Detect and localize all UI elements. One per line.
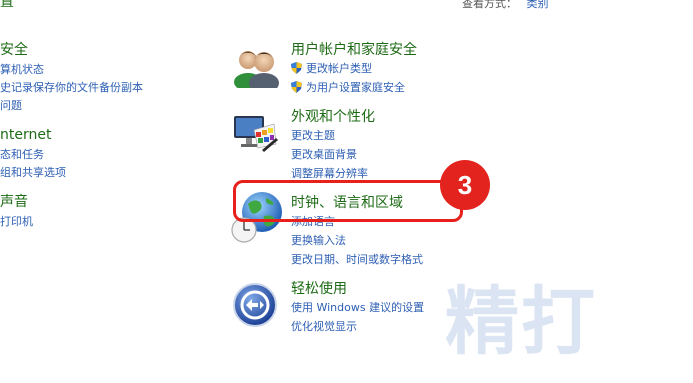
link-optimize-visual-display[interactable]: 优化视觉显示 (291, 320, 357, 334)
category-appearance[interactable]: 外观和个性化 (291, 109, 375, 125)
link-security-3[interactable]: 问题 (0, 99, 22, 113)
view-by-category-link[interactable]: 类别 (527, 0, 549, 10)
link-recommended-settings[interactable]: 使用 Windows 建议的设置 (291, 301, 424, 315)
step-badge: 3 (440, 160, 490, 210)
link-text: 为用户设置家庭安全 (306, 81, 405, 94)
link-network-1[interactable]: 态和任务 (0, 148, 44, 162)
link-change-desktop-background[interactable]: 更改桌面背景 (291, 148, 357, 162)
link-adjust-resolution[interactable]: 调整屏幕分辨率 (291, 167, 368, 181)
uac-shield-icon (291, 81, 302, 93)
title-fragment: 置 (0, 0, 14, 10)
category-user-accounts[interactable]: 用户帐户和家庭安全 (291, 42, 417, 58)
category-hardware-sound[interactable]: 声音 (0, 194, 28, 210)
link-security-2[interactable]: 史记录保存你的文件备份副本 (0, 81, 143, 95)
category-ease-of-access[interactable]: 轻松使用 (291, 281, 347, 297)
link-change-account-type[interactable]: 更改帐户类型 (291, 62, 372, 76)
link-hardware-1[interactable]: 打印机 (0, 215, 33, 229)
category-system-security[interactable]: 安全 (0, 42, 28, 58)
link-text: 更改帐户类型 (306, 62, 372, 75)
monitor-palette-icon[interactable] (232, 110, 280, 158)
view-by-label: 查看方式： 类别 (462, 0, 549, 11)
category-network[interactable]: nternet (0, 127, 51, 143)
link-network-2[interactable]: 组和共享选项 (0, 166, 66, 180)
link-change-input-method[interactable]: 更换输入法 (291, 234, 346, 248)
ease-of-access-icon[interactable] (232, 282, 278, 328)
link-change-theme[interactable]: 更改主题 (291, 129, 335, 143)
highlight-annotation (233, 180, 463, 222)
uac-shield-icon (291, 62, 302, 74)
link-family-safety[interactable]: 为用户设置家庭安全 (291, 81, 405, 95)
link-security-1[interactable]: 算机状态 (0, 63, 44, 77)
link-change-date-time-format[interactable]: 更改日期、时间或数字格式 (291, 253, 423, 267)
watermark-text: 精打 (445, 279, 597, 365)
view-by-text: 查看方式： (462, 0, 517, 10)
users-icon[interactable] (232, 42, 280, 93)
